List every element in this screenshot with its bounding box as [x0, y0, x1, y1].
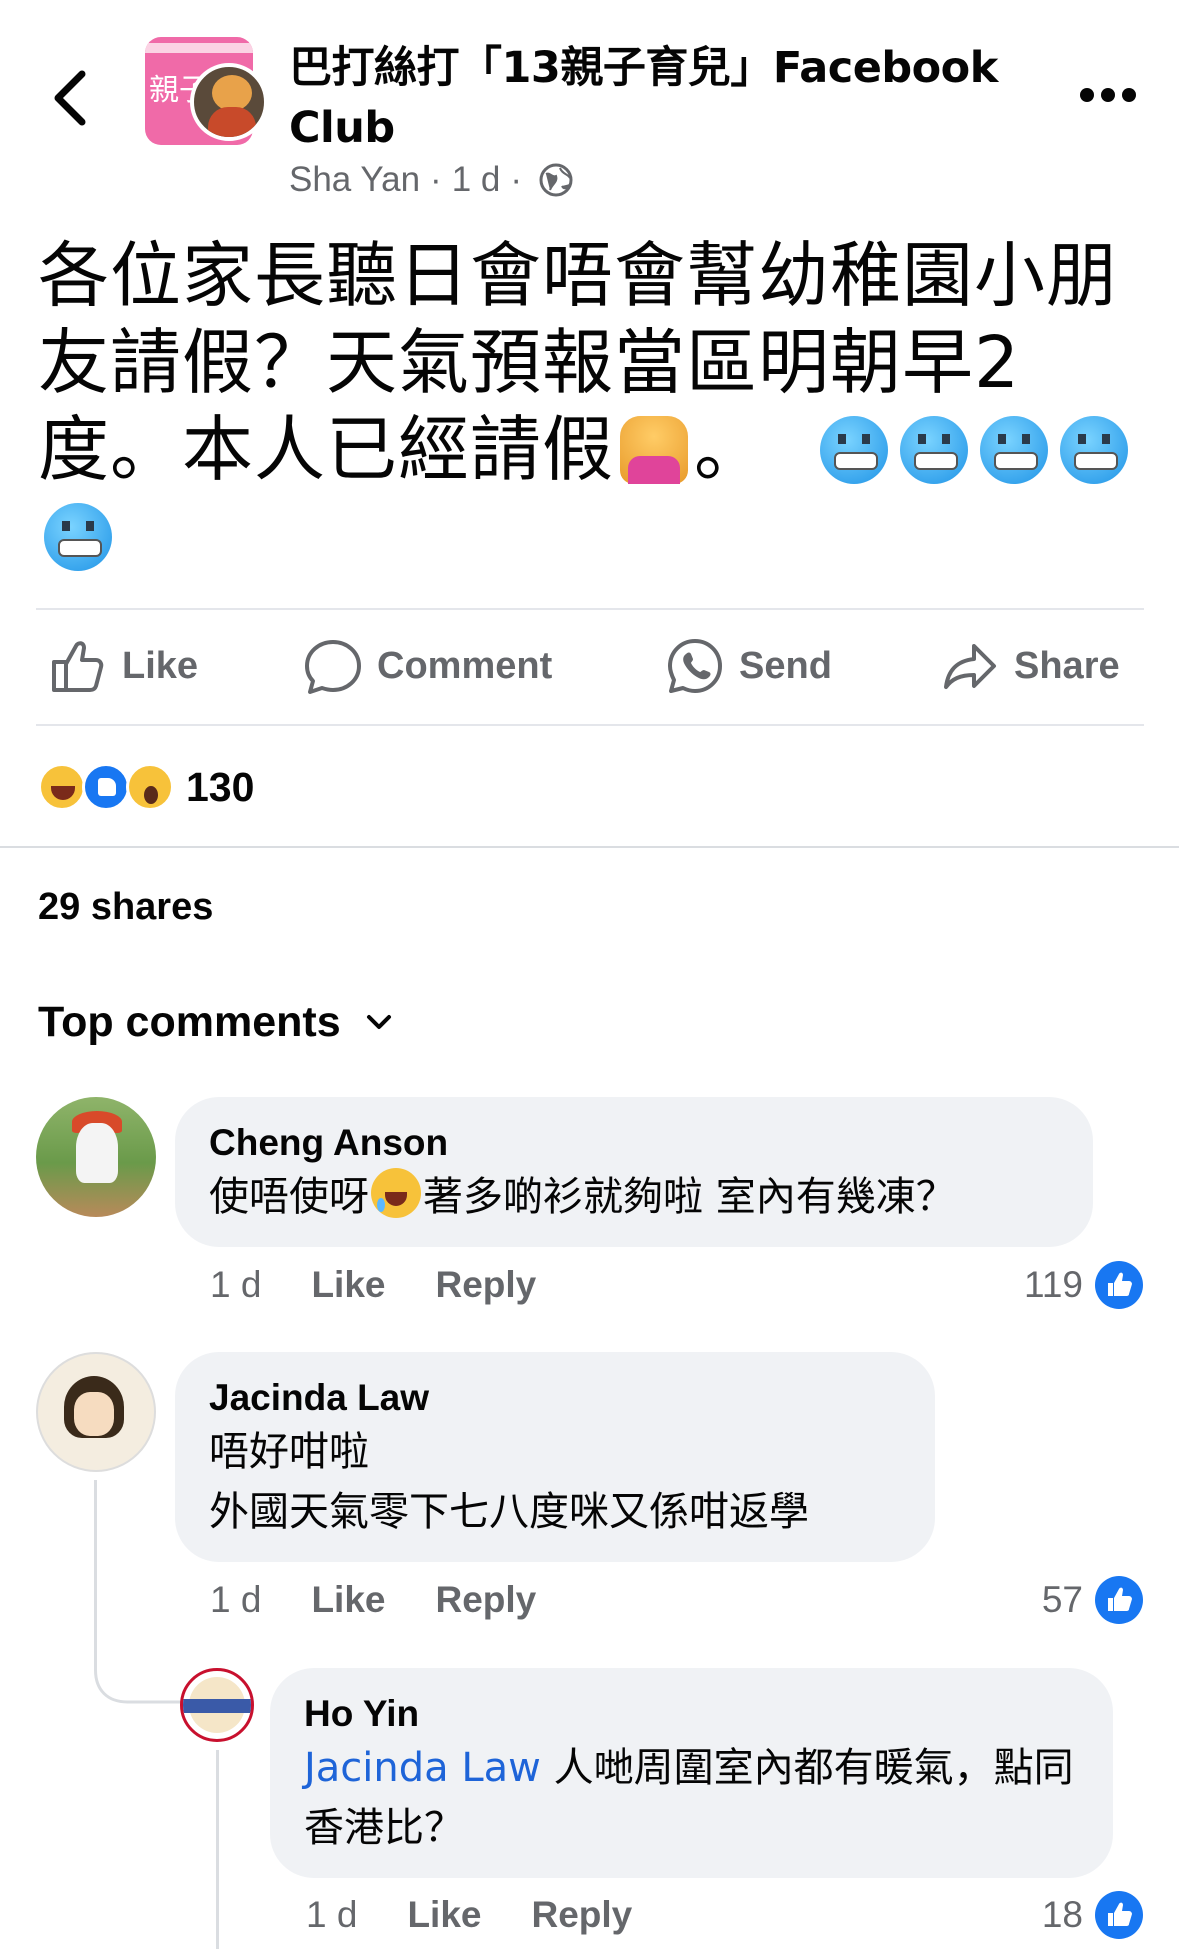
back-icon[interactable]	[48, 68, 92, 128]
author-avatar[interactable]	[190, 63, 268, 141]
meta-separator-2: ·	[510, 160, 523, 199]
whatsapp-icon	[668, 639, 722, 693]
post-header: 親子 巴打絲打「13親子育兒」Facebook Club Sha Yan · 1…	[0, 0, 1179, 210]
cold-face-emoji	[44, 503, 112, 571]
mention-link[interactable]: Jacinda Law	[304, 1745, 541, 1791]
cold-face-emoji	[819, 416, 888, 484]
comment-icon	[305, 640, 361, 694]
send-label: Send	[739, 644, 832, 687]
action-bar: Like Comment Send Share	[0, 608, 1179, 724]
globe-icon	[539, 163, 573, 197]
comment-time: 1 d	[210, 1264, 262, 1305]
like-button[interactable]: Like	[48, 636, 198, 696]
top-comments-filter[interactable]: Top comments	[38, 998, 397, 1047]
comment-meta: 1 d Like Reply	[306, 1890, 632, 1940]
cold-face-emoji	[899, 416, 968, 484]
divider	[36, 724, 1144, 726]
comment-meta: 1 d Like Reply	[210, 1575, 536, 1625]
comment-text: 使唔使呀 著多啲衫就夠啦 室內有幾凍？	[209, 1167, 1059, 1227]
raising-hand-emoji	[620, 416, 689, 484]
post-text: 各位家長聽日會唔會幫幼稚園小朋友請假？天氣預報當區明朝早2度。本人已經請假。	[38, 232, 1148, 580]
group-name[interactable]: 巴打絲打「13親子育兒」Facebook Club	[289, 38, 1049, 158]
avatar[interactable]	[36, 1352, 156, 1472]
like-badge-icon	[1095, 1576, 1143, 1624]
more-options-icon[interactable]	[1080, 88, 1136, 104]
like-badge-icon	[1095, 1891, 1143, 1939]
comment-author[interactable]: Ho Yin	[304, 1690, 1079, 1738]
comment-like-count[interactable]: 119	[1024, 1260, 1143, 1310]
comment-meta: 1 d Like Reply	[210, 1260, 536, 1310]
like-badge-icon	[1095, 1261, 1143, 1309]
thumbs-up-icon	[52, 641, 104, 692]
shares-count[interactable]: 29 shares	[38, 886, 213, 929]
comment-text-line1: 唔好咁啦	[209, 1429, 369, 1475]
comment-time: 1 d	[306, 1894, 358, 1935]
comment-reply-button[interactable]: Reply	[531, 1894, 632, 1936]
chevron-down-icon	[366, 1014, 391, 1029]
thread-connector	[94, 1640, 184, 1704]
reaction-count: 130	[186, 763, 255, 810]
share-button[interactable]: Share	[940, 636, 1120, 696]
wow-reaction-icon	[126, 763, 174, 811]
comment-reply-button[interactable]: Reply	[435, 1264, 536, 1306]
comment-reply-button[interactable]: Reply	[435, 1579, 536, 1621]
comment-text-line2: 外國天氣零下七八度咪又係咁返學	[209, 1489, 809, 1535]
post-time[interactable]: 1 d	[452, 160, 501, 200]
section-divider	[0, 846, 1179, 848]
post-text-end: 。	[694, 408, 767, 491]
author-name[interactable]: Sha Yan	[289, 160, 420, 200]
avatar[interactable]	[36, 1097, 156, 1217]
comment-bubble: Ho Yin Jacinda Law 人哋周圍室內都有暖氣，點同香港比？	[270, 1668, 1113, 1878]
comment-like-button[interactable]: Like	[311, 1264, 385, 1306]
top-comments-label: Top comments	[38, 998, 341, 1046]
comment-bubble: Jacinda Law 唔好咁啦 外國天氣零下七八度咪又係咁返學	[175, 1352, 935, 1562]
meta-separator: ·	[430, 160, 442, 199]
comment-text: Jacinda Law 人哋周圍室內都有暖氣，點同香港比？	[304, 1745, 1074, 1851]
post-meta: Sha Yan · 1 d ·	[289, 160, 574, 200]
like-reaction-icon	[82, 763, 130, 811]
comment-label: Comment	[377, 644, 553, 687]
comment-bubble: Cheng Anson 使唔使呀 著多啲衫就夠啦 室內有幾凍？	[175, 1097, 1093, 1247]
comment-like-count[interactable]: 57	[1042, 1575, 1143, 1625]
comment-time: 1 d	[210, 1579, 262, 1620]
comment-like-button[interactable]: Like	[311, 1579, 385, 1621]
cold-face-emoji	[979, 416, 1048, 484]
comment-button[interactable]: Comment	[303, 636, 552, 696]
share-icon	[944, 644, 996, 689]
share-label: Share	[1014, 644, 1120, 687]
comment-author[interactable]: Jacinda Law	[209, 1374, 901, 1422]
thread-line	[216, 1750, 219, 1949]
thread-line	[94, 1480, 97, 1650]
comment-like-button[interactable]: Like	[407, 1894, 481, 1936]
haha-reaction-icon	[38, 763, 86, 811]
send-button[interactable]: Send	[665, 636, 832, 696]
comment-author[interactable]: Cheng Anson	[209, 1119, 1059, 1167]
laughing-tears-emoji	[371, 1168, 421, 1218]
cold-face-emoji	[1059, 416, 1128, 484]
reactions-summary[interactable]: 130	[38, 762, 254, 812]
avatar[interactable]	[180, 1668, 254, 1742]
like-label: Like	[122, 644, 199, 687]
comment-like-count[interactable]: 18	[1042, 1890, 1143, 1940]
